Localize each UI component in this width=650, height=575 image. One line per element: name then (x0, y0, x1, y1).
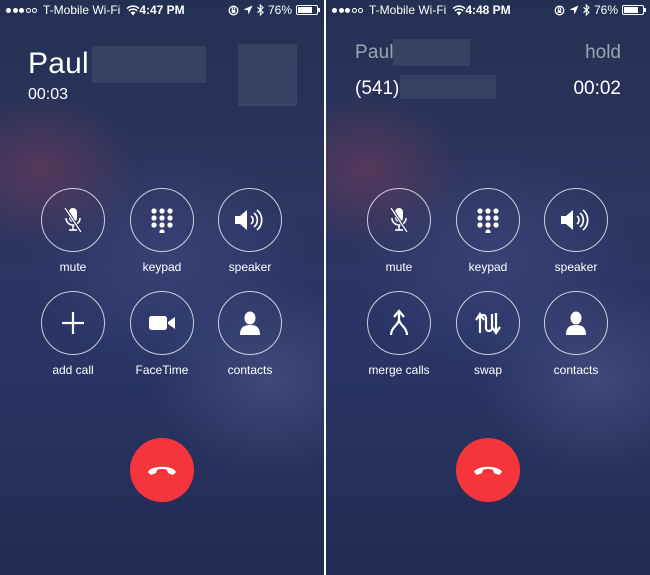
contacts-icon (566, 311, 586, 335)
contacts-icon (240, 311, 260, 335)
facetime-label: FaceTime (135, 363, 189, 377)
facetime-button[interactable]: FaceTime (117, 291, 207, 377)
end-call-button[interactable] (130, 438, 194, 502)
keypad-icon (477, 208, 499, 233)
battery-percent: 76% (593, 3, 618, 17)
add-call-icon (62, 312, 84, 334)
mute-button[interactable]: mute (28, 188, 118, 274)
location-icon (569, 5, 579, 15)
swap-button[interactable]: swap (443, 291, 533, 377)
speaker-button[interactable]: speaker (205, 188, 295, 274)
mute-label: mute (385, 260, 413, 274)
merge-calls-button[interactable]: merge calls (354, 291, 444, 377)
caller-number: (541) (355, 78, 400, 99)
add-call-label: add call (52, 363, 94, 377)
bluetooth-icon (583, 4, 590, 16)
call-timer: 00:02 (573, 78, 621, 99)
call-timer: 00:03 (28, 86, 69, 103)
bluetooth-icon (257, 4, 264, 16)
keypad-button[interactable]: keypad (443, 188, 533, 274)
speaker-icon (235, 209, 263, 231)
mute-button[interactable]: mute (354, 188, 444, 274)
lock-rotation-icon (554, 5, 565, 15)
call-screen-right: T-Mobile Wi-Fi 4:48 PM 76% Paul hold (54… (326, 0, 650, 575)
merge-calls-label: merge calls (368, 363, 430, 377)
redacted-photo (238, 44, 297, 106)
redacted-number (400, 75, 496, 99)
redacted-name (393, 39, 470, 66)
speaker-icon (561, 209, 589, 231)
hold-label: hold (585, 42, 621, 63)
held-caller-name: Paul (355, 42, 394, 63)
swap-label: swap (473, 363, 502, 377)
battery-icon (622, 5, 646, 15)
end-call-button[interactable] (456, 438, 520, 502)
contacts-label: contacts (227, 363, 273, 377)
speaker-label: speaker (228, 260, 272, 274)
contacts-button[interactable]: contacts (205, 291, 295, 377)
facetime-icon (149, 316, 175, 330)
caller-name: Paul (28, 47, 89, 80)
add-call-button[interactable]: add call (28, 291, 118, 377)
keypad-label: keypad (468, 260, 508, 274)
redacted-name (92, 46, 206, 83)
keypad-icon (151, 208, 173, 233)
mute-icon (389, 207, 409, 233)
contacts-button[interactable]: contacts (531, 291, 621, 377)
mute-icon (63, 207, 83, 233)
end-call-icon (474, 466, 502, 475)
status-bar: T-Mobile Wi-Fi 4:47 PM 76% (0, 0, 324, 20)
swap-icon (475, 312, 501, 335)
status-bar: T-Mobile Wi-Fi 4:48 PM 76% (326, 0, 650, 20)
mute-label: mute (59, 260, 87, 274)
battery-percent: 76% (267, 3, 292, 17)
keypad-label: keypad (142, 260, 182, 274)
location-icon (243, 5, 253, 15)
keypad-button[interactable]: keypad (117, 188, 207, 274)
battery-icon (296, 5, 320, 15)
lock-rotation-icon (228, 5, 239, 15)
contacts-label: contacts (553, 363, 599, 377)
merge-calls-icon (389, 309, 409, 336)
speaker-label: speaker (554, 260, 598, 274)
call-screen-left: T-Mobile Wi-Fi 4:47 PM 76% Paul 00:03 mu… (0, 0, 324, 575)
end-call-icon (148, 466, 176, 475)
speaker-button[interactable]: speaker (531, 188, 621, 274)
